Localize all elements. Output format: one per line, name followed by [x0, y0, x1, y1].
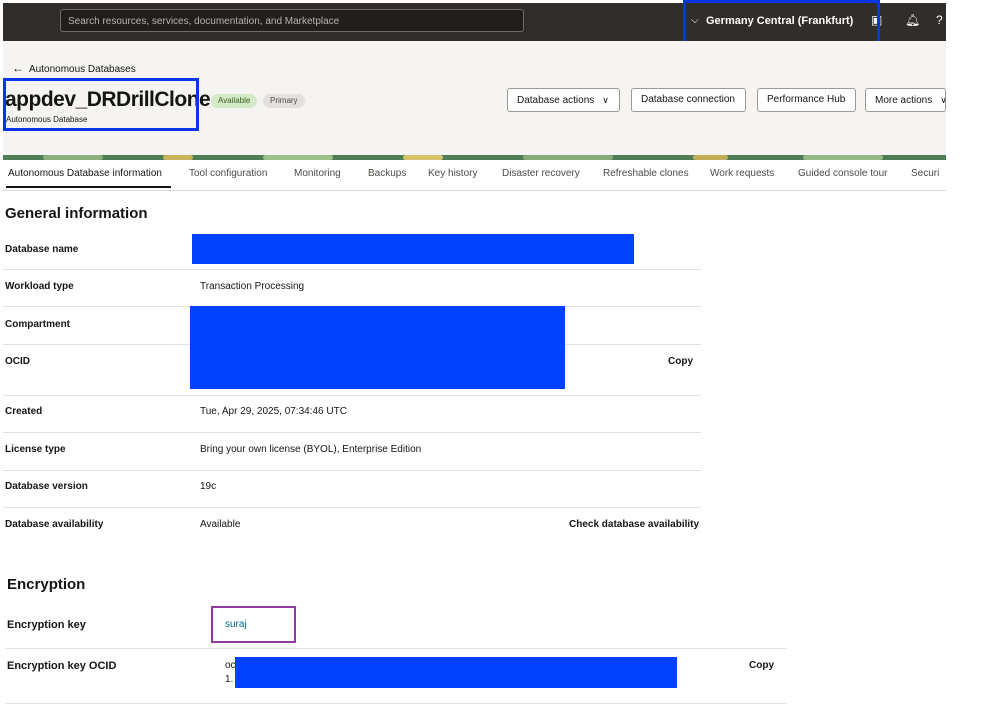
tab-bar: Autonomous Database information Tool con…: [3, 162, 946, 191]
tab-work-requests[interactable]: Work requests: [710, 168, 774, 179]
active-tab-indicator: [6, 186, 171, 188]
ocid-copy-link[interactable]: Copy: [668, 356, 693, 367]
chevron-down-icon: ∨: [602, 95, 609, 105]
row-divider: [3, 470, 701, 471]
database-availability-value: Available: [200, 519, 241, 530]
database-version-value: 19c: [200, 481, 217, 492]
created-label: Created: [5, 406, 43, 417]
encryption-key-ocid-prefix-line1: oc: [225, 660, 236, 671]
encryption-key-highlight-box: [211, 606, 296, 643]
back-link-label: Autonomous Databases: [29, 64, 136, 75]
more-actions-button[interactable]: More actions ∨: [865, 88, 947, 112]
tab-refreshable-clones[interactable]: Refreshable clones: [603, 168, 689, 179]
more-actions-label: More actions: [875, 95, 933, 106]
database-actions-button[interactable]: Database actions ∨: [507, 88, 620, 112]
tab-disaster-recovery[interactable]: Disaster recovery: [502, 168, 580, 179]
compartment-label: Compartment: [5, 319, 71, 330]
redacted-compartment-and-ocid: [190, 306, 565, 389]
arrow-left-icon: ←: [12, 61, 24, 75]
encryption-key-ocid-label: Encryption key OCID: [7, 660, 117, 672]
license-type-label: License type: [5, 444, 66, 455]
row-divider: [5, 648, 787, 649]
encryption-heading: Encryption: [7, 576, 86, 593]
redacted-encryption-key-ocid: [235, 657, 677, 688]
status-badge-available: Available: [211, 94, 258, 108]
back-to-autonomous-databases-link[interactable]: ← Autonomous Databases: [12, 61, 136, 75]
row-divider: [3, 269, 701, 270]
role-badge-primary: Primary: [263, 94, 305, 108]
help-icon[interactable]: ?: [936, 13, 943, 27]
title-highlight-box: [3, 78, 199, 131]
database-connection-label: Database connection: [641, 94, 735, 105]
performance-hub-button[interactable]: Performance Hub: [757, 88, 856, 112]
chevron-down-icon: ∨: [940, 95, 947, 105]
redacted-database-name: [192, 234, 634, 264]
ocid-label: OCID: [5, 356, 30, 367]
check-database-availability-link[interactable]: Check database availability: [569, 519, 699, 530]
bell-icon[interactable]: 🔔︎: [905, 13, 920, 27]
general-information-heading: General information: [5, 205, 148, 222]
tab-security[interactable]: Securi: [911, 168, 939, 179]
database-name-label: Database name: [5, 244, 79, 255]
workload-type-label: Workload type: [5, 281, 74, 292]
row-divider: [3, 395, 701, 396]
tab-backups[interactable]: Backups: [368, 168, 406, 179]
row-divider: [3, 507, 701, 508]
tab-key-history[interactable]: Key history: [428, 168, 477, 179]
row-divider: [3, 432, 701, 433]
encryption-key-ocid-copy-link[interactable]: Copy: [749, 660, 774, 671]
tab-monitoring[interactable]: Monitoring: [294, 168, 341, 179]
decorative-banner-strip: [3, 155, 946, 160]
database-version-label: Database version: [5, 481, 88, 492]
tab-autonomous-database-information[interactable]: Autonomous Database information: [8, 168, 162, 179]
created-value: Tue, Apr 29, 2025, 07:34:46 UTC: [200, 406, 347, 417]
performance-hub-label: Performance Hub: [767, 94, 846, 105]
database-availability-label: Database availability: [5, 519, 104, 530]
license-type-value: Bring your own license (BYOL), Enterpris…: [200, 444, 422, 455]
tab-guided-console-tour[interactable]: Guided console tour: [798, 168, 888, 179]
encryption-key-ocid-prefix-line2: 1.: [225, 674, 234, 685]
database-connection-button[interactable]: Database connection: [631, 88, 746, 112]
tab-tool-configuration[interactable]: Tool configuration: [189, 168, 267, 179]
search-input[interactable]: Search resources, services, documentatio…: [60, 9, 524, 32]
database-actions-label: Database actions: [517, 95, 595, 106]
row-divider: [5, 703, 787, 704]
encryption-key-label: Encryption key: [7, 619, 86, 631]
workload-type-value: Transaction Processing: [200, 281, 305, 292]
